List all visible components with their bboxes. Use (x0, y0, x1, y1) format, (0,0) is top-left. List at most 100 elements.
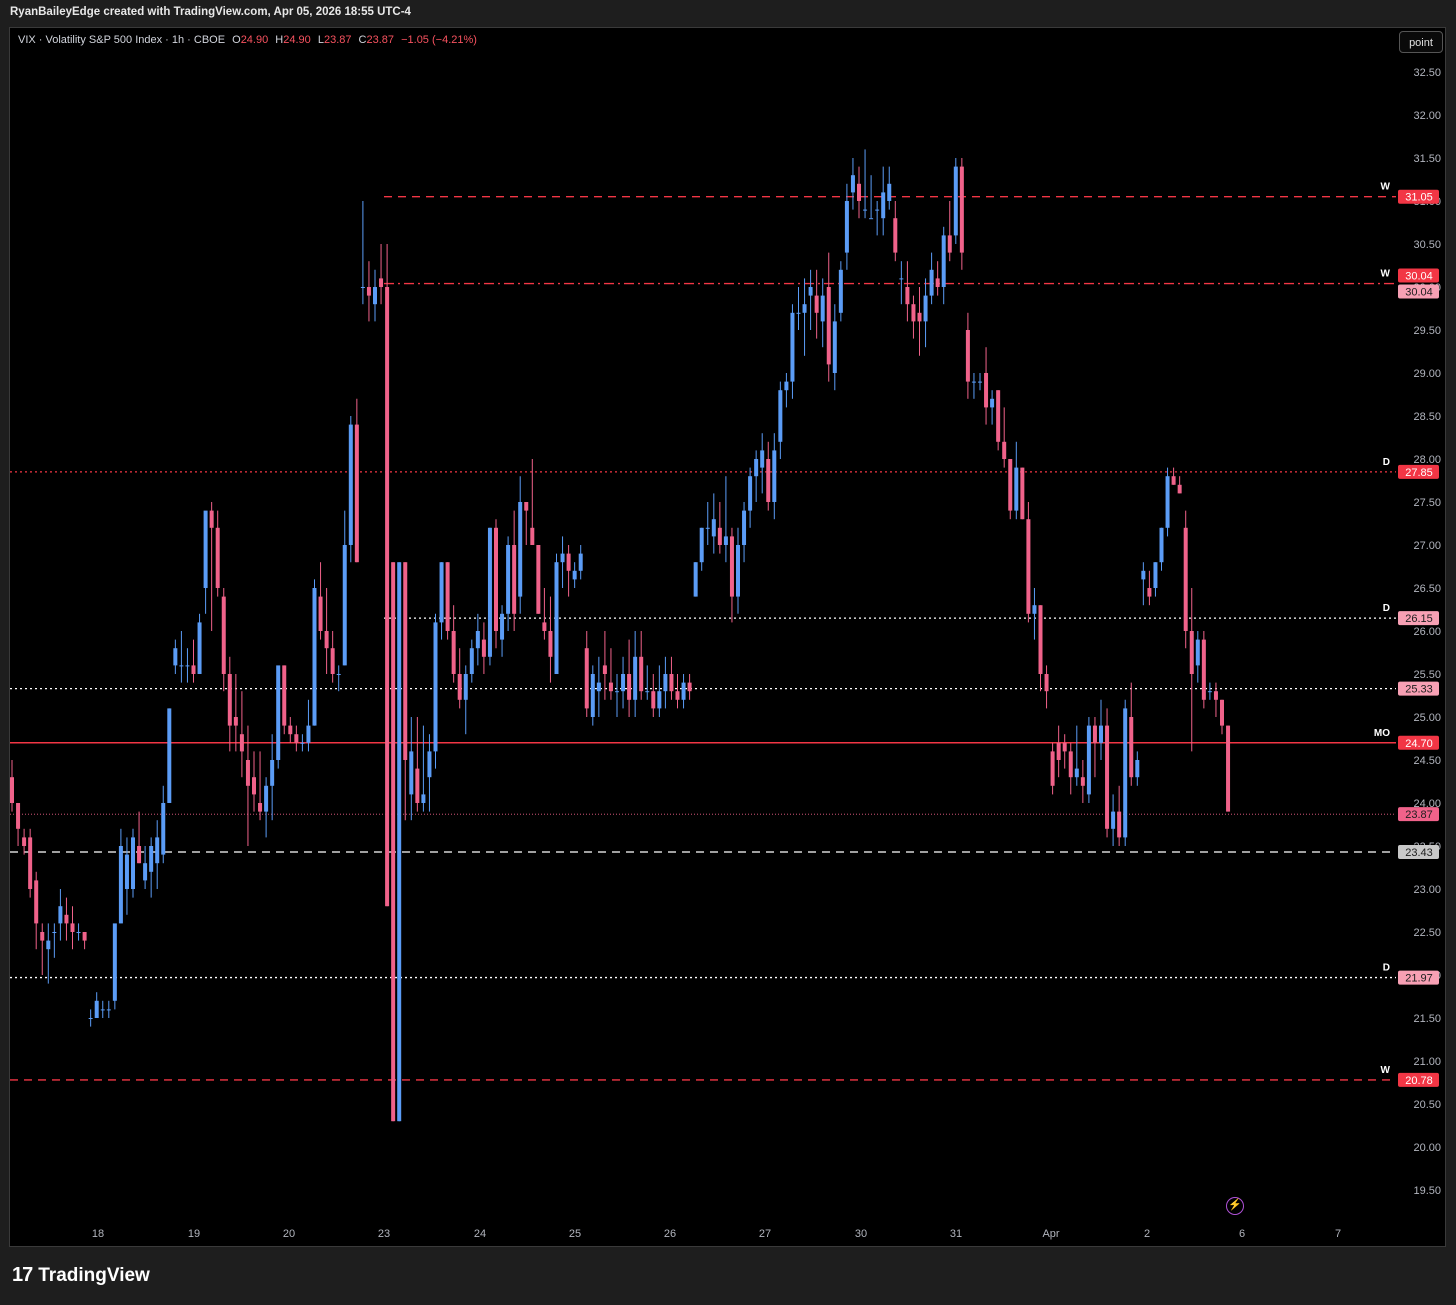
candle-body[interactable] (58, 906, 63, 924)
candle-body[interactable] (318, 596, 323, 631)
candle-body[interactable] (1165, 476, 1170, 528)
candle-body[interactable] (1056, 742, 1061, 760)
candle-body[interactable] (512, 545, 517, 614)
candle-body[interactable] (354, 424, 359, 563)
candle-body[interactable] (106, 1009, 111, 1011)
candle-body[interactable] (82, 932, 87, 941)
candle-body[interactable] (70, 923, 75, 932)
candle-body[interactable] (506, 545, 511, 614)
candle-body[interactable] (143, 863, 148, 881)
candle-body[interactable] (294, 734, 299, 743)
candle-body[interactable] (1086, 725, 1091, 795)
candle-body[interactable] (796, 312, 801, 314)
candle-body[interactable] (16, 803, 21, 829)
candle-body[interactable] (699, 527, 704, 563)
candle-body[interactable] (348, 424, 353, 545)
candle-body[interactable] (711, 519, 716, 537)
candle-body[interactable] (1117, 811, 1122, 838)
candle-body[interactable] (602, 665, 607, 674)
candle-body[interactable] (675, 691, 680, 700)
candle-body[interactable] (1226, 725, 1231, 812)
candle-body[interactable] (239, 734, 244, 752)
candle-body[interactable] (397, 562, 402, 1122)
candle-body[interactable] (911, 304, 916, 322)
candle-body[interactable] (1177, 484, 1182, 494)
candle-body[interactable] (959, 166, 964, 253)
candle-body[interactable] (421, 794, 426, 803)
candle-body[interactable] (1183, 527, 1188, 631)
candle-body[interactable] (185, 665, 190, 667)
candle-body[interactable] (729, 536, 734, 597)
candle-body[interactable] (52, 932, 57, 933)
candle-body[interactable] (681, 682, 686, 700)
candle-body[interactable] (651, 691, 656, 709)
candle-body[interactable] (28, 837, 33, 889)
candle-body[interactable] (947, 235, 952, 253)
candle-body[interactable] (373, 287, 377, 305)
candle-body[interactable] (22, 837, 27, 846)
candle-body[interactable] (1050, 751, 1055, 786)
candle-body[interactable] (627, 674, 632, 700)
candle-body[interactable] (705, 527, 710, 529)
candle-body[interactable] (385, 287, 390, 907)
candle-body[interactable] (227, 674, 232, 726)
tradingview-logo[interactable]: 17 TradingView (12, 1264, 150, 1287)
candle-body[interactable] (342, 545, 347, 666)
candle-body[interactable] (693, 562, 698, 597)
candle-body[interactable] (996, 390, 1001, 442)
candle-body[interactable] (917, 312, 922, 322)
candle-body[interactable] (1032, 605, 1037, 614)
candle-body[interactable] (826, 287, 831, 365)
candle-body[interactable] (1038, 605, 1043, 674)
candle-body[interactable] (155, 837, 160, 864)
candle-body[interactable] (366, 287, 371, 296)
candle-body[interactable] (1008, 459, 1013, 511)
candle-body[interactable] (639, 656, 644, 692)
candle-body[interactable] (536, 545, 541, 614)
candle-body[interactable] (850, 175, 855, 193)
candle-body[interactable] (324, 631, 329, 649)
candle-body[interactable] (881, 192, 886, 219)
candle-body[interactable] (687, 682, 692, 692)
candle-body[interactable] (1213, 691, 1218, 700)
candle-body[interactable] (566, 553, 571, 571)
candle-body[interactable] (252, 777, 256, 795)
candle-body[interactable] (1195, 639, 1200, 666)
candle-body[interactable] (832, 321, 837, 373)
candle-body[interactable] (258, 803, 263, 812)
candle-body[interactable] (802, 304, 807, 313)
candle-body[interactable] (1068, 751, 1073, 778)
candlestick-chart[interactable]: 32.5032.0031.5031.0030.5030.0029.5029.00… (0, 0, 1456, 1248)
candle-body[interactable] (929, 269, 934, 296)
candle-body[interactable] (548, 631, 553, 657)
candle-body[interactable] (445, 562, 450, 631)
candle-body[interactable] (645, 691, 650, 693)
candle-body[interactable] (560, 553, 565, 563)
candle-body[interactable] (742, 510, 747, 545)
candle-body[interactable] (379, 278, 384, 287)
candle-body[interactable] (1141, 570, 1146, 580)
candle-body[interactable] (887, 183, 892, 201)
candle-body[interactable] (978, 381, 982, 383)
candle-body[interactable] (191, 665, 196, 674)
candle-body[interactable] (10, 777, 14, 803)
candle-body[interactable] (857, 183, 861, 201)
candle-body[interactable] (935, 278, 940, 287)
candle-body[interactable] (300, 742, 305, 744)
candle-body[interactable] (197, 622, 202, 674)
candle-body[interactable] (118, 846, 123, 924)
candle-body[interactable] (487, 527, 492, 657)
candle-body[interactable] (1044, 674, 1049, 692)
candle-body[interactable] (590, 674, 595, 717)
candle-body[interactable] (748, 476, 753, 511)
candle-body[interactable] (669, 674, 674, 692)
candle-body[interactable] (34, 880, 39, 924)
candle-body[interactable] (953, 166, 958, 236)
candle-body[interactable] (1099, 725, 1103, 743)
candle-body[interactable] (772, 450, 777, 502)
candle-body[interactable] (1201, 639, 1206, 700)
candle-body[interactable] (1014, 467, 1019, 511)
candle-body[interactable] (264, 785, 269, 812)
candle-body[interactable] (923, 295, 928, 322)
candle-body[interactable] (94, 1000, 99, 1018)
